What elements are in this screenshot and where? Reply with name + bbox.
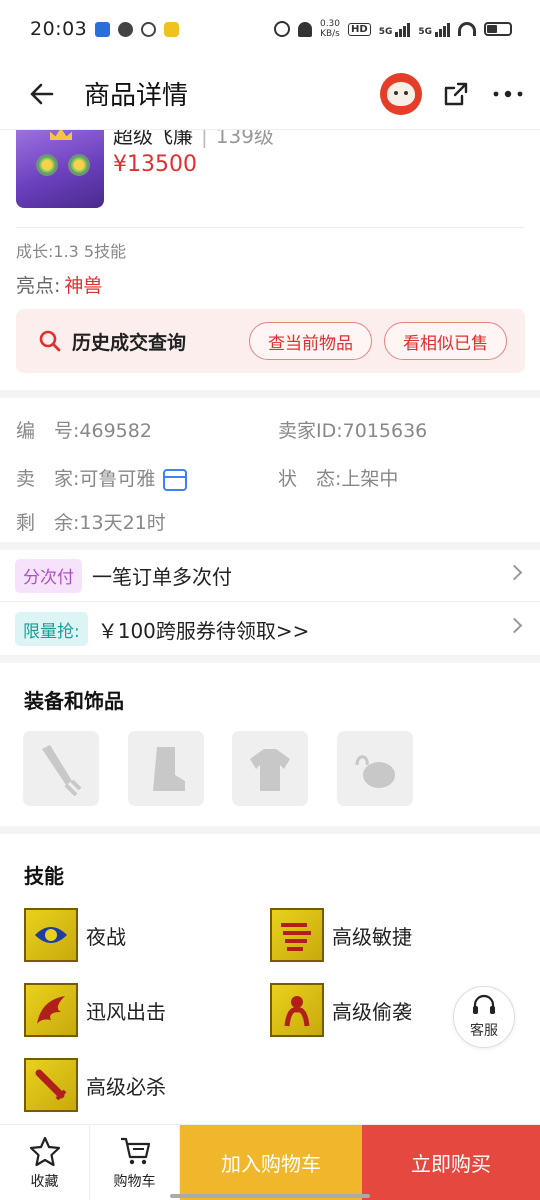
buy-now-button[interactable]: 立即购买 [362,1125,540,1200]
cat-avatar-icon [387,81,415,106]
status-time: 20:03 [30,18,88,40]
favorite-button[interactable]: 收藏 [0,1125,90,1200]
avatar[interactable] [380,72,422,115]
equipment-card: 装备和饰品 [0,663,540,826]
bottom-action-bar: 收藏 购物车 加入购物车 立即购买 [0,1124,540,1200]
app-notification-icon [164,21,180,37]
flash-deal-tag: 限量抢: [15,612,88,646]
crown-icon [50,130,72,140]
network-speed: 0.30 KB/s [319,19,341,39]
signal-icon-2: 5G [418,21,450,37]
highlight-value: 神兽 [64,275,103,297]
figure-icon [270,983,324,1037]
customer-service-button[interactable]: 客服 [453,986,515,1048]
product-summary-card: 超级飞廉 | 139级 ¥13500 成长:1.3 5技能 亮点: 神兽 历史成交查询… [0,130,540,390]
skill-item[interactable]: 夜战 [24,908,126,962]
highlight: 亮点: 神兽 [16,271,102,298]
mail-icon [95,21,111,37]
customer-service-label: 客服 [470,1023,498,1039]
wind-icon [270,908,324,962]
app-icon [141,21,157,37]
cart-button[interactable]: 购物车 [90,1125,180,1200]
shop-icon[interactable] [163,468,188,491]
seller-name[interactable]: 可鲁可雅 [79,468,155,490]
message-icon [118,21,134,37]
price: ¥13500 [113,152,197,177]
mute-icon [297,21,312,37]
sword-slot-icon [42,744,82,796]
trade-info-card: 编 号:469582 卖家ID:7015636 卖 家:可鲁可雅 状 态:上架中… [0,398,540,542]
installment-tag: 分次付 [15,558,82,593]
signal-icon: 5G [379,21,411,37]
history-query-label: 历史成交查询 [72,331,187,354]
wifi-icon [458,22,476,36]
growth-info: 成长:1.3 5技能 [16,242,127,261]
equip-slot-boots[interactable] [128,731,204,806]
coupon-text: ￥100跨服券待领取>> [97,618,310,643]
more-dots-icon [493,90,523,97]
sword-icon [24,1058,78,1112]
app-header: 商品详情 [0,58,540,130]
coupon-row[interactable]: 限量抢: ￥100跨服券待领取>> [0,603,540,655]
back-button[interactable] [0,58,84,130]
status-bar: 20:03 0.30 KB/s HD 5G 5G [0,0,540,58]
armor-slot-icon [250,748,290,791]
chevron-right-icon [506,617,523,634]
highlight-label: 亮点: [16,275,61,297]
divider [16,227,524,228]
skill-item[interactable]: 迅风出击 [24,983,166,1037]
pet-level: 139级 [215,130,274,148]
star-icon [29,1136,60,1166]
home-indicator[interactable] [170,1194,370,1198]
chevron-right-icon [506,564,523,581]
share-icon [444,82,468,105]
pet-title: 超级飞廉 | 139级 [113,130,274,149]
share-button[interactable] [438,76,474,112]
check-current-button[interactable]: 查当前物品 [249,322,372,360]
item-id: 编 号:469582 [16,420,152,442]
equip-slot-weapon[interactable] [23,731,99,806]
back-arrow-icon [30,83,54,104]
hd-icon: HD [348,22,371,36]
seller[interactable]: 卖 家:可鲁可雅 [16,464,188,491]
equipment-title: 装备和饰品 [24,689,124,713]
cart-icon [120,1137,150,1164]
remaining-time: 剩 余:13天21时 [16,512,166,534]
seller-id: 卖家ID:7015636 [278,420,428,442]
eye-icon [24,908,78,962]
equip-slot-armor[interactable] [232,731,308,806]
more-button[interactable] [490,76,526,112]
headset-icon [473,994,495,1014]
listing-status: 状 态:上架中 [278,468,399,490]
promo-card: 分次付 一笔订单多次付 限量抢: ￥100跨服券待领取>> [0,550,540,655]
pet-image[interactable] [16,130,104,208]
installment-text: 一笔订单多次付 [92,565,232,589]
skill-item[interactable]: 高级敏捷 [270,908,412,962]
add-to-cart-button[interactable]: 加入购物车 [180,1125,362,1200]
wings-icon [24,983,78,1037]
installment-row[interactable]: 分次付 一笔订单多次付 [0,550,540,602]
battery-icon [484,22,512,36]
skills-title: 技能 [24,864,64,888]
pet-name: 超级飞廉 [113,130,193,148]
accessory-slot-icon [355,754,395,788]
skill-item[interactable]: 高级偷袭 [270,983,412,1037]
skills-card: 技能 夜战 高级敏捷 迅风出击 高级偷袭 高级必杀 [0,834,540,1124]
boots-slot-icon [153,746,185,791]
history-query-box: 历史成交查询 查当前物品 看相似已售 [16,309,525,373]
equip-slot-accessory[interactable] [337,731,413,806]
see-similar-sold-button[interactable]: 看相似已售 [384,322,507,360]
search-icon [39,330,61,352]
alarm-icon [273,21,290,37]
page-title: 商品详情 [84,81,189,111]
skill-item[interactable]: 高级必杀 [24,1058,166,1112]
